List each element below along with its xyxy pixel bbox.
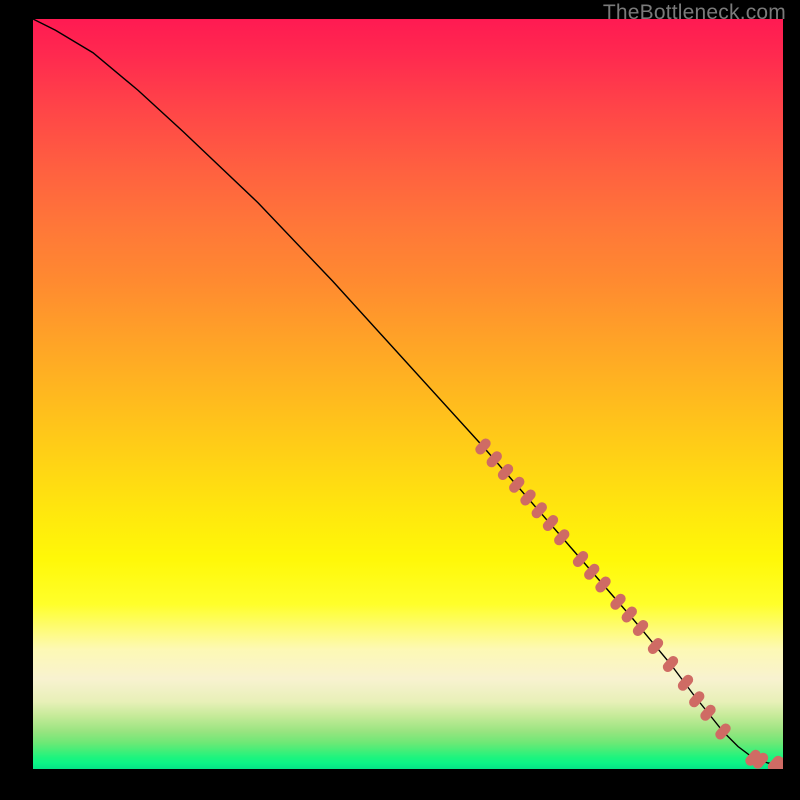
markers-group (473, 436, 783, 769)
data-marker (661, 654, 680, 674)
watermark-text: TheBottleneck.com (603, 1, 786, 25)
chart-container: TheBottleneck.com (0, 0, 800, 800)
curve-line (33, 19, 783, 765)
chart-svg (33, 19, 783, 769)
plot-area (33, 19, 783, 769)
data-marker (631, 618, 650, 638)
line-series (33, 19, 783, 765)
data-marker (646, 636, 665, 656)
data-marker (698, 703, 717, 723)
